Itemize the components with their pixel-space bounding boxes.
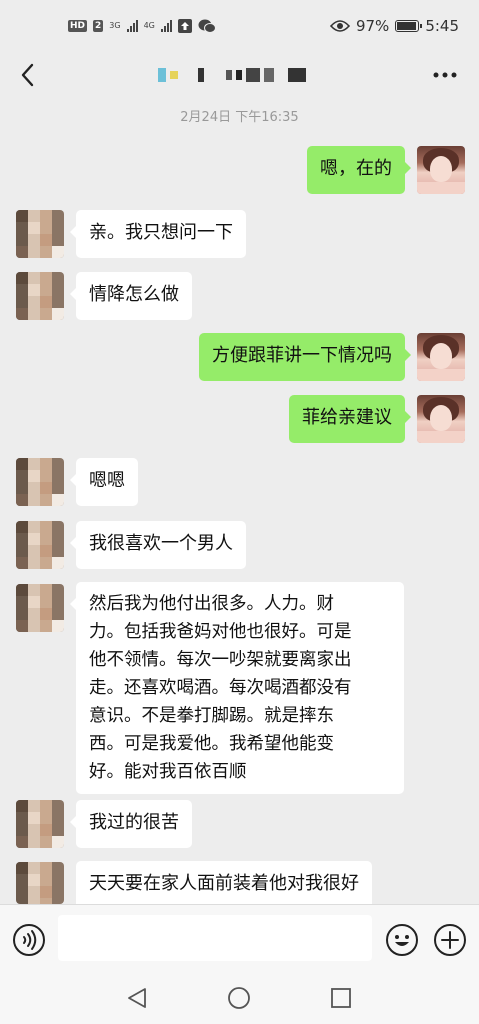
message-bubble-incoming[interactable]: 我过的很苦 [70,800,192,848]
message-line: 西。可是我爱他。我希望他能变 [89,734,334,754]
back-arrow-icon[interactable] [14,60,42,90]
battery-icon [395,20,423,32]
status-left: HD 2 3G 4G [68,19,216,33]
network-3g-label: 3G [109,21,121,30]
message-bubble-outgoing[interactable]: 嗯，在的 [307,146,411,194]
status-bar: HD 2 3G 4G 97% 5:45 [0,0,479,52]
more-options-icon[interactable] [431,64,459,86]
add-more-icon[interactable] [433,923,467,957]
eye-icon [329,20,350,32]
my-avatar[interactable] [417,146,465,194]
battery-percent: 97% [355,17,390,35]
upload-icon [177,19,192,33]
contact-name-pixelated [158,66,306,84]
clock: 5:45 [425,17,459,35]
system-recent-apps-icon[interactable] [329,986,353,1010]
message-bubble-incoming-long[interactable]: 然后我为他付出很多。人力。财 力。包括我爸妈对他也很好。可是 他不领情。每次一吵… [70,582,404,794]
message-bubble-incoming[interactable]: 嗯嗯 [70,458,138,506]
system-home-icon[interactable] [227,986,251,1010]
message-line: 力。包括我爸妈对他也很好。可是 [89,622,352,642]
my-avatar[interactable] [417,395,465,443]
message-timestamp: 2月24日 下午16:35 [180,110,299,125]
hd-badge: HD [68,20,88,32]
contact-avatar[interactable] [16,272,64,320]
voice-input-icon[interactable] [12,923,46,957]
message-bubble-incoming[interactable]: 我很喜欢一个男人 [70,521,246,569]
contact-avatar[interactable] [16,584,64,632]
message-bubble-incoming[interactable]: 天天要在家人面前装着他对我很好 [76,861,372,904]
signal-icon-2 [160,20,172,32]
system-navigation-bar [0,972,479,1024]
contact-avatar[interactable] [16,862,64,904]
network-4g-label: 4G [143,21,155,30]
chat-header [0,52,479,98]
sim-badge: 2 [93,20,104,32]
message-line: 他不领情。每次一吵架就要离家出 [89,650,352,670]
contact-avatar[interactable] [16,458,64,506]
message-line: 意识。不是拳打脚踢。就是摔东 [89,706,334,726]
message-bubble-incoming[interactable]: 情降怎么做 [70,272,192,320]
message-bubble-outgoing[interactable]: 菲给亲建议 [289,395,411,443]
message-bubble-outgoing[interactable]: 方便跟菲讲一下情况吗 [199,333,411,381]
message-bubble-incoming[interactable]: 亲。我只想问一下 [70,210,246,258]
chat-screen: HD 2 3G 4G 97% 5:45 2月24日 下午16:35 嗯，在的 亲… [0,0,479,1024]
signal-icon [126,20,138,32]
message-input[interactable] [58,915,372,961]
system-back-icon[interactable] [125,986,149,1010]
message-line: 走。还喜欢喝酒。每次喝酒都没有 [89,678,352,698]
status-right: 97% 5:45 [329,17,459,35]
contact-avatar[interactable] [16,800,64,848]
message-line: 然后我为他付出很多。人力。财 [89,594,334,614]
contact-avatar[interactable] [16,210,64,258]
contact-avatar[interactable] [16,521,64,569]
my-avatar[interactable] [417,333,465,381]
input-bar [0,904,479,973]
message-line: 好。能对我百依百顺 [89,762,247,782]
wechat-icon [198,19,216,33]
emoji-icon[interactable] [385,923,419,957]
